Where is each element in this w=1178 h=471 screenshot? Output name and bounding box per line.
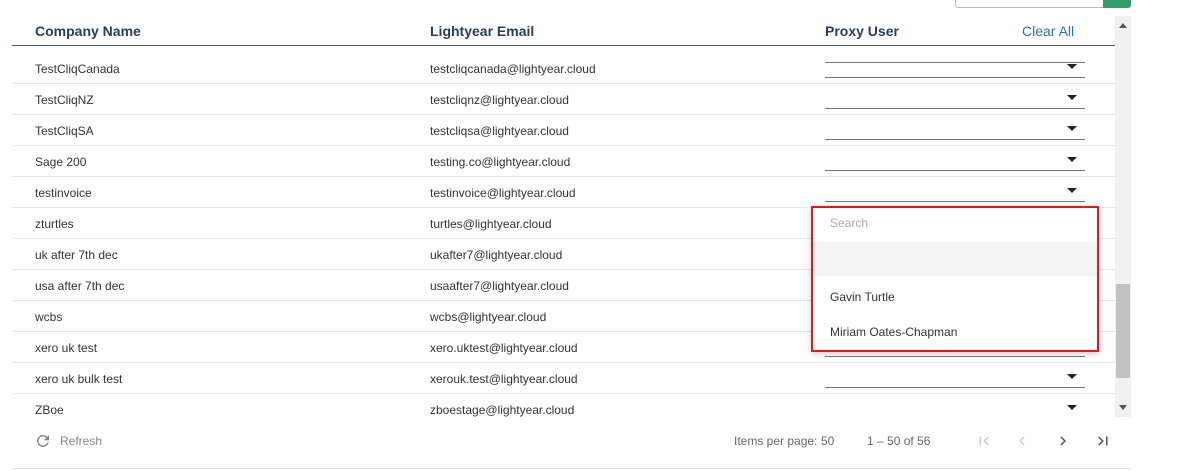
chevron-left-icon (1019, 436, 1025, 446)
refresh-button[interactable]: Refresh (34, 432, 102, 450)
dropdown-arrow-icon (1067, 405, 1077, 410)
table-row: TestCliqCanada testcliqcanada@lightyear.c… (12, 53, 1115, 84)
company-name-cell: TestCliqCanada (35, 62, 120, 76)
scroll-thumb[interactable] (1116, 284, 1130, 378)
top-search-input[interactable] (955, 0, 1105, 8)
proxy-user-select[interactable] (825, 397, 1085, 417)
dropdown-option-miriam-oates-chapman[interactable]: Miriam Oates-Chapman (830, 325, 957, 339)
table-row: Sage 200 testing.co@lightyear.cloud (12, 146, 1115, 177)
scroll-down-icon[interactable] (1119, 405, 1127, 410)
clear-all-link[interactable]: Clear All (1022, 23, 1074, 39)
proxy-user-select[interactable] (825, 366, 1085, 388)
dropdown-arrow-icon (1067, 157, 1077, 162)
refresh-label: Refresh (60, 434, 103, 448)
lightyear-email-cell: turtles@lightyear.cloud (430, 217, 552, 231)
chevron-right-icon (1060, 436, 1066, 446)
lightyear-email-cell: testinvoice@lightyear.cloud (430, 186, 576, 200)
lightyear-email-cell: ukafter7@lightyear.cloud (430, 248, 563, 262)
lightyear-email-cell: testing.co@lightyear.cloud (430, 155, 571, 169)
header-proxy-user: Proxy User (825, 23, 899, 39)
first-page-icon (979, 436, 989, 446)
header-company-name: Company Name (35, 23, 141, 39)
lightyear-email-cell: usaafter7@lightyear.cloud (430, 279, 569, 293)
proxy-user-dropdown: Search Gavin Turtle Miriam Oates-Chapman (811, 206, 1099, 352)
dropdown-option-gavin-turtle[interactable]: Gavin Turtle (830, 290, 895, 304)
lightyear-email-cell: xerouk.test@lightyear.cloud (430, 372, 578, 386)
dropdown-arrow-icon (1067, 64, 1077, 69)
lightyear-email-cell: testcliqsa@lightyear.cloud (430, 124, 569, 138)
table-row: TestCliqSA testcliqsa@lightyear.cloud (12, 115, 1115, 146)
proxy-user-select[interactable] (825, 118, 1085, 140)
next-page-button[interactable] (1051, 430, 1075, 452)
dropdown-arrow-icon (1067, 95, 1077, 100)
proxy-user-select[interactable] (825, 56, 1085, 78)
last-page-icon (1098, 436, 1108, 446)
company-name-cell: zturtles (35, 217, 74, 231)
page-range-label: 1 – 50 of 56 (867, 434, 931, 448)
lightyear-email-cell: testcliqnz@lightyear.cloud (430, 93, 569, 107)
table-header: Company Name Lightyear Email Proxy User … (12, 16, 1115, 46)
company-name-cell: TestCliqSA (35, 124, 94, 138)
scroll-up-icon[interactable] (1119, 23, 1127, 28)
dropdown-search-input[interactable]: Search (830, 216, 868, 230)
dropdown-arrow-icon (1067, 188, 1077, 193)
company-name-cell: Sage 200 (35, 155, 87, 169)
lightyear-email-cell: wcbs@lightyear.cloud (430, 310, 547, 324)
top-search-button[interactable] (1103, 0, 1131, 8)
company-name-cell: wcbs (35, 310, 63, 324)
first-page-button[interactable] (972, 430, 996, 452)
company-name-cell: TestCliqNZ (35, 93, 94, 107)
items-per-page-select[interactable]: 50 (821, 434, 834, 448)
table-row: TestCliqNZ testcliqnz@lightyear.cloud (12, 84, 1115, 115)
proxy-user-select[interactable] (825, 180, 1085, 202)
header-lightyear-email: Lightyear Email (430, 23, 535, 39)
table-scrollbar[interactable] (1115, 16, 1131, 417)
proxy-user-page: Company Name Lightyear Email Proxy User … (0, 0, 1178, 471)
dropdown-arrow-icon (1067, 126, 1077, 131)
table-footer: Refresh Items per page: 50 1 – 50 of 56 (12, 417, 1131, 469)
last-page-button[interactable] (1091, 430, 1115, 452)
lightyear-email-cell: zboestage@lightyear.cloud (430, 403, 575, 417)
lightyear-email-cell: xero.uktest@lightyear.cloud (430, 341, 578, 355)
table-row: xero uk bulk test xerouk.test@lightyear.c… (12, 363, 1115, 394)
proxy-user-select[interactable] (825, 87, 1085, 109)
company-name-cell: uk after 7th dec (35, 248, 118, 262)
proxy-user-select[interactable] (825, 149, 1085, 171)
refresh-icon (37, 435, 49, 447)
items-per-page-label: Items per page: (734, 434, 818, 448)
previous-page-button[interactable] (1010, 430, 1034, 452)
table-row: testinvoice testinvoice@lightyear.cloud (12, 177, 1115, 208)
dropdown-arrow-icon (1067, 374, 1077, 379)
company-name-cell: xero uk test (35, 341, 98, 355)
company-name-cell: testinvoice (35, 186, 92, 200)
lightyear-email-cell: testcliqcanada@lightyear.cloud (430, 62, 596, 76)
dropdown-empty-option[interactable] (813, 242, 1097, 276)
company-name-cell: usa after 7th dec (35, 279, 125, 293)
company-name-cell: xero uk bulk test (35, 372, 123, 386)
table-row: ZBoe zboestage@lightyear.cloud (12, 394, 1115, 417)
company-name-cell: ZBoe (35, 403, 64, 417)
